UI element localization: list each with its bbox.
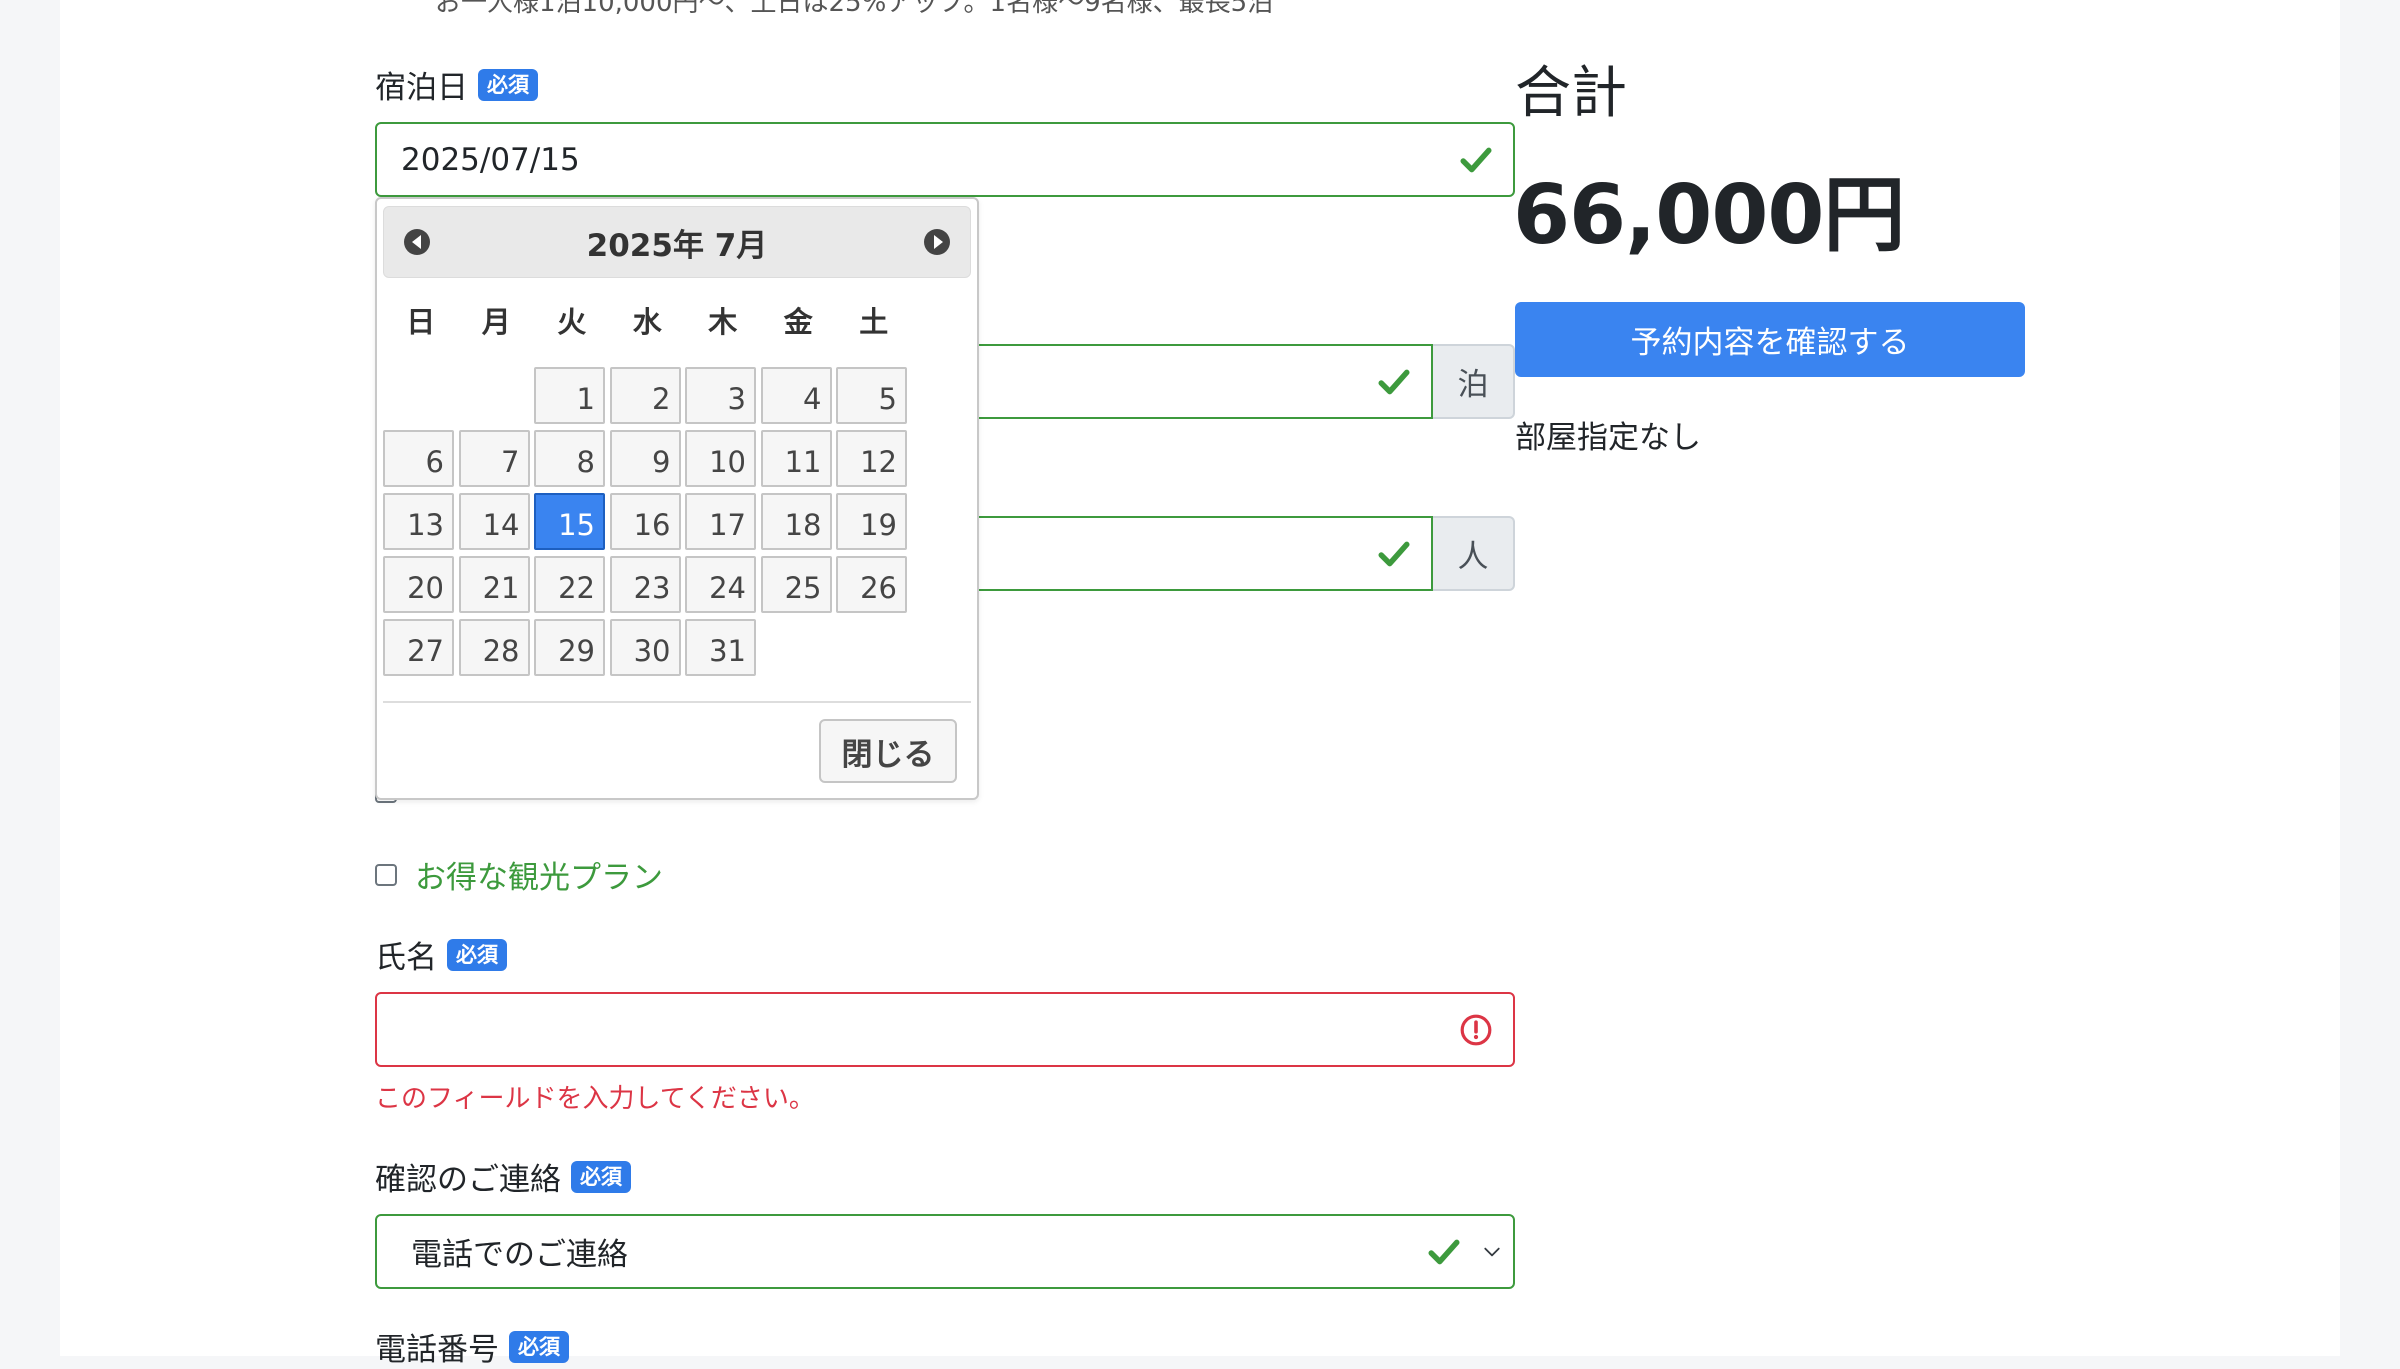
name-label: 氏名 必須: [375, 932, 507, 977]
calendar-day[interactable]: 11: [760, 430, 832, 487]
calendar-day[interactable]: 22: [534, 556, 605, 613]
weekday-sat: 土: [859, 305, 889, 339]
calendar-day[interactable]: 10: [685, 430, 756, 487]
calendar-day[interactable]: 17: [685, 493, 756, 550]
calendar-day[interactable]: 28: [458, 619, 530, 676]
weekday-tue: 火: [557, 305, 587, 339]
total-value: 66,000円: [1513, 168, 1905, 263]
name-error-text: このフィールドを入力してください。: [375, 1084, 815, 1114]
calendar-day[interactable]: 27: [383, 619, 454, 676]
calendar-day[interactable]: 20: [383, 556, 454, 613]
error-icon: [1460, 1014, 1492, 1045]
weekday-wed: 水: [632, 305, 662, 339]
total-label: 合計: [1515, 61, 1627, 126]
date-label: 宿泊日 必須: [375, 62, 538, 107]
calendar-day[interactable]: 13: [383, 493, 454, 550]
calendar-day[interactable]: 3: [685, 367, 756, 424]
page: お一人様1泊10,000円〜、土日は25%アップ。1名様〜9名様、最長5泊 宿泊…: [60, 0, 2340, 1368]
calendar-day[interactable]: 18: [760, 493, 832, 550]
calendar-day[interactable]: 8: [534, 430, 605, 487]
calendar-day[interactable]: 31: [685, 619, 756, 676]
divider: [383, 701, 971, 703]
weekday-thu: 木: [708, 305, 738, 339]
calendar-day[interactable]: 23: [609, 556, 681, 613]
calendar-day[interactable]: 12: [836, 430, 907, 487]
plan-option[interactable]: お得な観光プラン: [375, 852, 663, 897]
valid-check-icon: [1460, 147, 1492, 172]
date-label-text: 宿泊日: [375, 70, 468, 106]
contact-label: 確認のご連絡 必須: [375, 1154, 631, 1199]
plan-option-checkbox[interactable]: [375, 863, 397, 886]
calendar-day[interactable]: 26: [836, 556, 907, 613]
close-button[interactable]: 閉じる: [819, 719, 957, 783]
weekday-fri: 金: [783, 305, 813, 339]
required-badge: 必須: [509, 1330, 569, 1363]
calendar-day-selected[interactable]: 15: [534, 493, 605, 550]
required-badge: 必須: [478, 68, 538, 101]
calendar-day[interactable]: 19: [836, 493, 907, 550]
calendar-day[interactable]: 4: [760, 367, 832, 424]
confirm-reservation-button[interactable]: 予約内容を確認する: [1515, 302, 2025, 377]
required-badge: 必須: [447, 938, 507, 971]
weekday-mon: 月: [481, 305, 511, 339]
people-suffix: 人: [1433, 516, 1515, 591]
phone-label-text: 電話番号: [375, 1332, 499, 1368]
phone-label: 電話番号 必須: [375, 1324, 569, 1369]
name-input[interactable]: [375, 992, 1515, 1067]
room-note: 部屋指定なし: [1515, 420, 1701, 456]
datepicker-title: 2025年 7月: [586, 227, 768, 264]
weekday-sun: 日: [406, 305, 436, 339]
calendar-day[interactable]: 6: [383, 430, 454, 487]
chevron-down-icon: [1484, 1247, 1500, 1256]
calendar-day[interactable]: 9: [609, 430, 681, 487]
datepicker-weekdays: 日 月 火 水 木 金 土: [383, 299, 971, 341]
datepicker-header: 2025年 7月: [383, 206, 971, 278]
calendar-day[interactable]: 25: [760, 556, 832, 613]
datepicker: 2025年 7月 日 月 火 水 木 金 土 1 2 3 4 5 6 7 8 9 10 11 12 13…: [375, 197, 979, 800]
next-month-icon[interactable]: [924, 229, 950, 255]
contact-select-value: 電話でのご連絡: [411, 1237, 628, 1273]
calendar-day[interactable]: 21: [458, 556, 530, 613]
calendar-day[interactable]: 24: [685, 556, 756, 613]
intro-text: お一人様1泊10,000円〜、土日は25%アップ。1名様〜9名様、最長5泊: [435, 0, 1274, 18]
datepicker-grid: 1 2 3 4 5 6 7 8 9 10 11 12 13 14 15 16 17 18 19 20 21 22 23 24 2…: [383, 367, 907, 676]
date-input[interactable]: 2025/07/15: [375, 122, 1515, 197]
valid-check-icon: [1378, 369, 1410, 394]
contact-label-text: 確認のご連絡: [375, 1162, 561, 1198]
calendar-day[interactable]: 5: [836, 367, 907, 424]
nights-suffix: 泊: [1433, 344, 1515, 419]
calendar-day[interactable]: 30: [609, 619, 681, 676]
calendar-day[interactable]: 14: [458, 493, 530, 550]
calendar-day[interactable]: 1: [534, 367, 605, 424]
date-input-value: 2025/07/15: [401, 141, 580, 178]
plan-option-label[interactable]: お得な観光プラン: [415, 852, 663, 897]
name-label-text: 氏名: [375, 940, 437, 976]
calendar-day[interactable]: 2: [609, 367, 681, 424]
prev-month-icon[interactable]: [404, 229, 430, 255]
required-badge: 必須: [571, 1160, 631, 1193]
contact-select[interactable]: 電話でのご連絡: [375, 1214, 1515, 1289]
valid-check-icon: [1428, 1239, 1460, 1264]
valid-check-icon: [1378, 541, 1410, 566]
calendar-day[interactable]: 7: [458, 430, 530, 487]
calendar-day[interactable]: 16: [609, 493, 681, 550]
calendar-day[interactable]: 29: [534, 619, 605, 676]
